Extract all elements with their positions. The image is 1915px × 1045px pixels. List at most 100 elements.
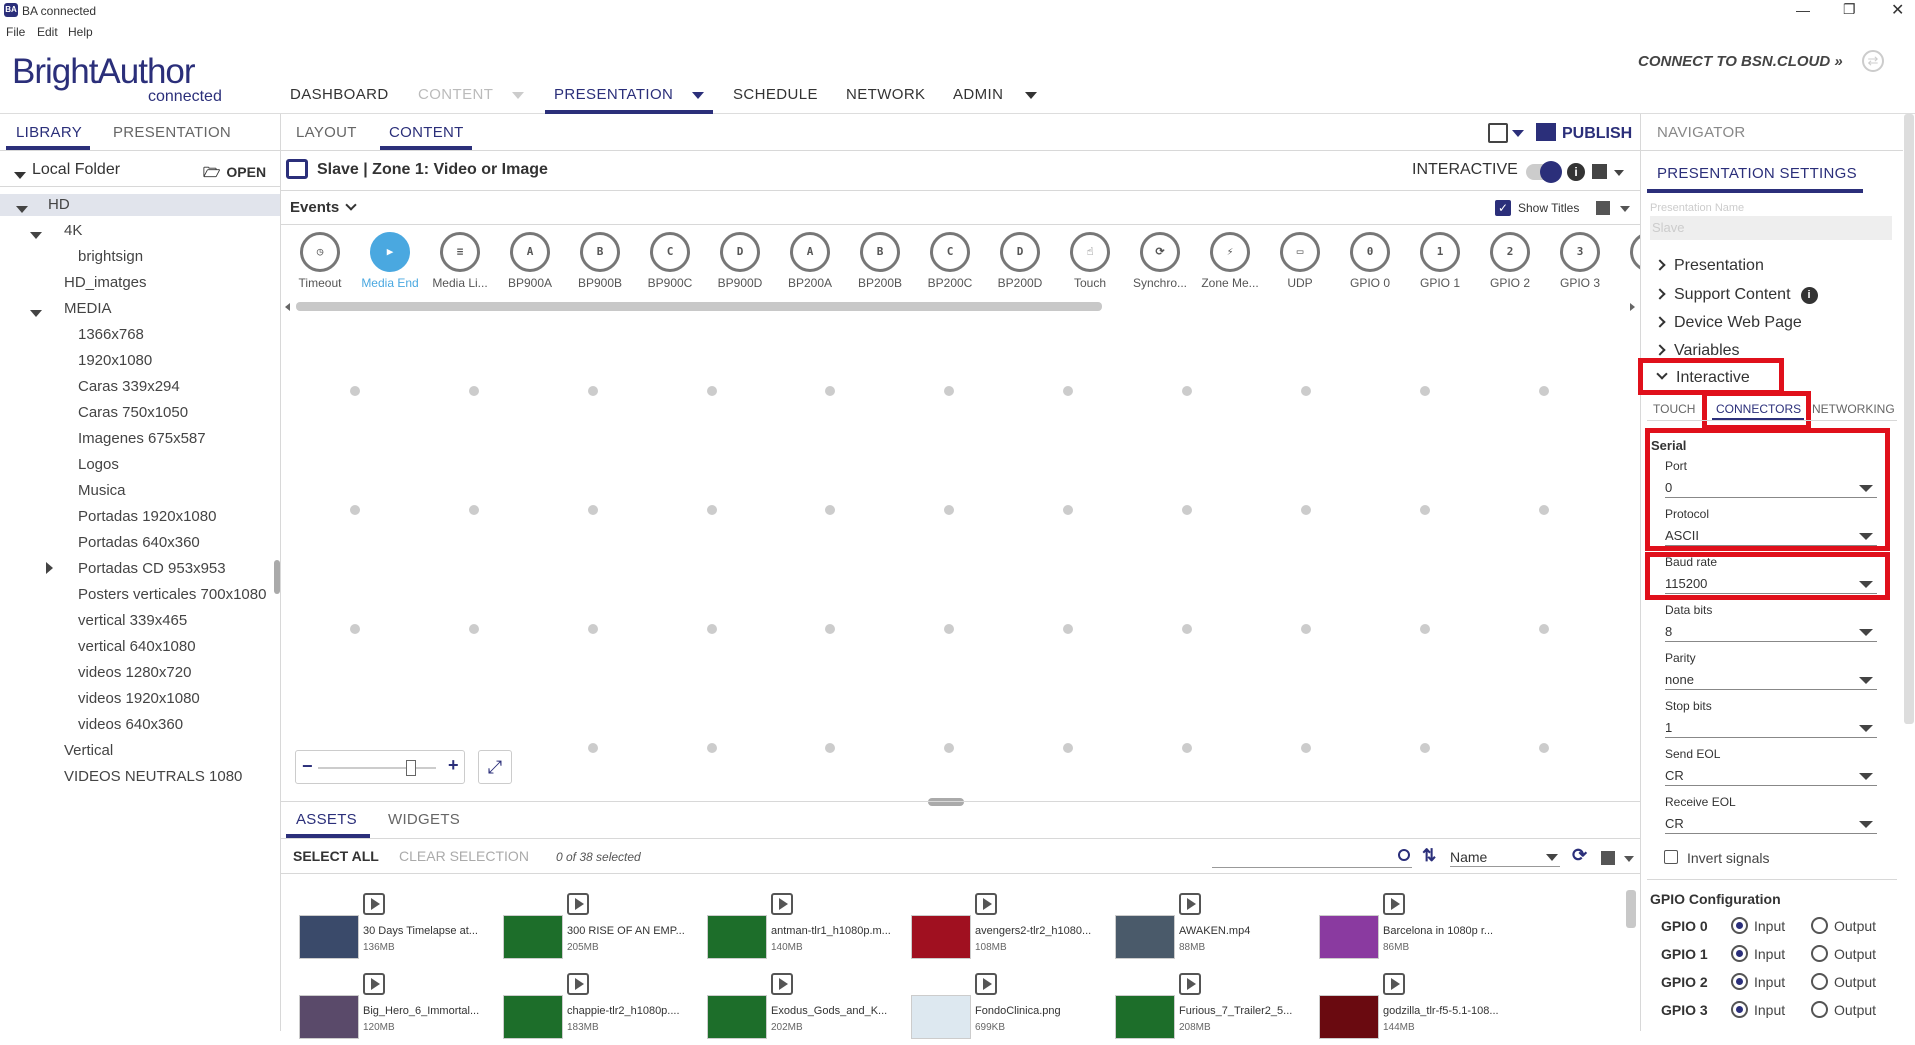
event-gpio-2[interactable]: 2 GPIO 2	[1475, 232, 1545, 290]
tree-item[interactable]: Portadas CD 953x953	[78, 560, 226, 577]
event-bp900d[interactable]: D BP900D	[705, 232, 775, 290]
event-timeout[interactable]: ◷ Timeout	[285, 232, 355, 290]
zoom-in-icon[interactable]: +	[448, 755, 459, 776]
asset-item[interactable]: Exodus_Gods_and_K... 202MB	[707, 973, 907, 1045]
tree-item[interactable]: Caras 750x1050	[78, 404, 188, 421]
gpio-input-radio[interactable]	[1731, 917, 1748, 934]
close-button[interactable]: ✕	[1891, 0, 1904, 20]
caret-down-icon[interactable]	[30, 304, 42, 322]
panel-resize-handle[interactable]	[274, 560, 280, 594]
asset-item[interactable]: chappie-tlr2_h1080p.... 183MB	[503, 973, 703, 1045]
tree-item[interactable]: vertical 339x465	[78, 612, 187, 629]
asset-search-input[interactable]	[1212, 852, 1412, 868]
tree-item[interactable]: 4K	[64, 222, 82, 239]
tree-item[interactable]: Portadas 640x360	[78, 534, 200, 551]
view-mode-icon[interactable]	[1601, 851, 1615, 865]
tree-item[interactable]: Musica	[78, 482, 126, 499]
gpio-input-radio[interactable]	[1731, 973, 1748, 990]
tab-assets[interactable]: ASSETS	[296, 811, 357, 828]
tab-left-presentation[interactable]: PRESENTATION	[113, 124, 231, 141]
splitter-handle[interactable]	[928, 798, 964, 806]
sync-icon[interactable]: ⇄	[1862, 50, 1884, 72]
event-synchro-[interactable]: ⟳ Synchro...	[1125, 232, 1195, 290]
event-gpio-1[interactable]: 1 GPIO 1	[1405, 232, 1475, 290]
tree-item[interactable]: Caras 339x294	[78, 378, 180, 395]
asset-item[interactable]: Furious_7_Trailer2_5... 208MB	[1115, 973, 1315, 1045]
event-media-li-[interactable]: ≡ Media Li...	[425, 232, 495, 290]
field-select[interactable]: none	[1665, 668, 1877, 690]
scroll-left-icon[interactable]	[285, 303, 290, 311]
event-media-end[interactable]: ▶ Media End	[355, 232, 425, 290]
search-icon[interactable]	[1398, 849, 1410, 861]
menu-help[interactable]: Help	[68, 25, 93, 39]
field-select[interactable]: CR	[1665, 812, 1877, 834]
tree-item[interactable]: HD	[48, 196, 70, 213]
clear-selection-button[interactable]: CLEAR SELECTION	[399, 848, 529, 864]
zoom-slider-handle[interactable]	[406, 760, 416, 776]
restore-button[interactable]: ❐	[1843, 1, 1856, 18]
asset-item[interactable]: antman-tlr1_h1080p.m... 140MB	[707, 893, 907, 965]
info-icon[interactable]: i	[1800, 287, 1818, 304]
tree-item[interactable]: 1366x768	[78, 326, 144, 343]
tree-item[interactable]: brightsign	[78, 248, 143, 265]
state-canvas[interactable]	[281, 316, 1640, 798]
event-bp200c[interactable]: C BP200C	[915, 232, 985, 290]
gpio-input-radio[interactable]	[1731, 1001, 1748, 1018]
menu-edit[interactable]: Edit	[37, 25, 58, 39]
event-touch[interactable]: ☝ Touch	[1055, 232, 1125, 290]
section-device-web-page[interactable]: Device Web Page	[1654, 314, 1802, 332]
folder-caret-icon[interactable]	[14, 166, 26, 184]
caret-down-icon[interactable]	[30, 226, 42, 244]
gpio-output-radio[interactable]	[1811, 917, 1828, 934]
asset-item[interactable]: 300 RISE OF AN EMP... 205MB	[503, 893, 703, 965]
asset-item[interactable]: godzilla_tlr-f5-5.1-108... 144MB	[1319, 973, 1519, 1045]
tree-item[interactable]: videos 640x360	[78, 716, 183, 733]
event-gpio-0[interactable]: 0 GPIO 0	[1335, 232, 1405, 290]
event-bp200a[interactable]: A BP200A	[775, 232, 845, 290]
field-select[interactable]: 1	[1665, 716, 1877, 738]
section-presentation[interactable]: Presentation	[1654, 257, 1764, 275]
field-select[interactable]: 8	[1665, 620, 1877, 642]
menu-file[interactable]: File	[6, 25, 25, 39]
tree-item[interactable]: Imagenes 675x587	[78, 430, 206, 447]
asset-item[interactable]: AWAKEN.mp4 88MB	[1115, 893, 1315, 965]
fit-screen-icon[interactable]: ⤢	[478, 750, 512, 784]
subtab-touch[interactable]: TOUCH	[1653, 402, 1695, 416]
gpio-output-radio[interactable]	[1811, 1001, 1828, 1018]
event-gp[interactable]: 4 GP	[1615, 232, 1640, 290]
event-bp900c[interactable]: C BP900C	[635, 232, 705, 290]
event-zone-me-[interactable]: ⚡ Zone Me...	[1195, 232, 1265, 290]
asset-item[interactable]: 30 Days Timelapse at... 136MB	[299, 893, 499, 965]
open-folder-button[interactable]: 🗁 OPEN	[203, 162, 266, 186]
tab-widgets[interactable]: WIDGETS	[388, 811, 460, 828]
gpio-output-radio[interactable]	[1811, 945, 1828, 962]
caret-right-icon[interactable]	[46, 561, 53, 579]
gpio-input-radio[interactable]	[1731, 945, 1748, 962]
event-gpio-3[interactable]: 3 GPIO 3	[1545, 232, 1615, 290]
sort-icon[interactable]: ⇅	[1422, 846, 1436, 866]
tree-item[interactable]: VIDEOS NEUTRALS 1080	[64, 768, 242, 785]
tree-item[interactable]: vertical 640x1080	[78, 638, 196, 655]
asset-item[interactable]: avengers2-tlr2_h1080... 108MB	[911, 893, 1111, 965]
subtab-networking[interactable]: NETWORKING	[1812, 402, 1895, 416]
right-scrollbar[interactable]	[1904, 114, 1914, 724]
event-bp900b[interactable]: B BP900B	[565, 232, 635, 290]
scroll-right-icon[interactable]	[1630, 303, 1635, 311]
tree-item[interactable]: videos 1920x1080	[78, 690, 200, 707]
tab-library[interactable]: LIBRARY	[16, 124, 82, 141]
event-bp200b[interactable]: B BP200B	[845, 232, 915, 290]
presentation-name-input[interactable]: Slave	[1650, 216, 1892, 240]
view-mode-dropdown-icon[interactable]	[1624, 856, 1634, 862]
gpio-output-radio[interactable]	[1811, 973, 1828, 990]
tree-item[interactable]: MEDIA	[64, 300, 112, 317]
event-udp[interactable]: ▭ UDP	[1265, 232, 1335, 290]
event-bp900a[interactable]: A BP900A	[495, 232, 565, 290]
sort-select[interactable]: Name	[1450, 849, 1560, 867]
tree-item[interactable]: HD_imatges	[64, 274, 147, 291]
tree-item[interactable]: 1920x1080	[78, 352, 152, 369]
zoom-control[interactable]: − +	[295, 750, 465, 784]
field-select[interactable]: CR	[1665, 764, 1877, 786]
asset-item[interactable]: FondoClinica.png 699KB	[911, 973, 1111, 1045]
tree-item[interactable]: Posters verticales 700x1080	[78, 586, 266, 603]
connect-bsn-link[interactable]: CONNECT TO BSN.CLOUD »	[1638, 53, 1843, 70]
